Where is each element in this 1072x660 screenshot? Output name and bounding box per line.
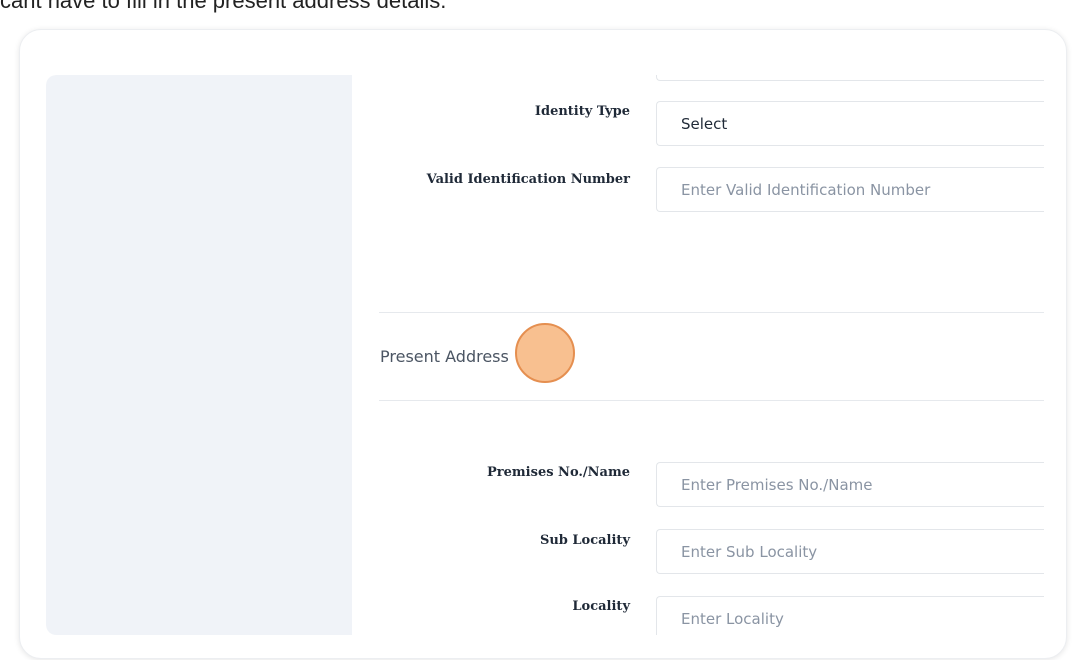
click-marker: [515, 323, 575, 383]
sub-locality-input[interactable]: [681, 542, 1044, 561]
identity-type-select[interactable]: Select: [656, 101, 1044, 146]
identification-number-field[interactable]: [656, 167, 1044, 212]
identity-type-label: Identity Type: [534, 104, 630, 119]
sub-locality-label: Sub Locality: [539, 533, 630, 548]
present-address-heading: Present Address: [380, 347, 509, 366]
form-area: Identity Type Select Valid Identificatio…: [46, 75, 1044, 635]
section-divider-bottom: [379, 400, 1044, 401]
previous-field-edge: [656, 75, 1044, 81]
screenshot-page: cant have to fill in the present address…: [0, 0, 1072, 660]
identification-number-label: Valid Identification Number: [426, 172, 630, 187]
locality-label: Locality: [572, 599, 630, 614]
locality-field[interactable]: [656, 596, 1044, 635]
premises-field[interactable]: [656, 462, 1044, 507]
locality-input[interactable]: [681, 609, 1044, 628]
instruction-caption: cant have to fill in the present address…: [0, 0, 447, 13]
section-divider-top: [379, 312, 1044, 313]
premises-label: Premises No./Name: [487, 465, 630, 480]
identity-type-selected-value: Select: [681, 114, 728, 133]
identification-number-input[interactable]: [681, 180, 1044, 199]
left-sidebar: [46, 75, 352, 635]
sub-locality-field[interactable]: [656, 529, 1044, 574]
premises-input[interactable]: [681, 475, 1044, 494]
